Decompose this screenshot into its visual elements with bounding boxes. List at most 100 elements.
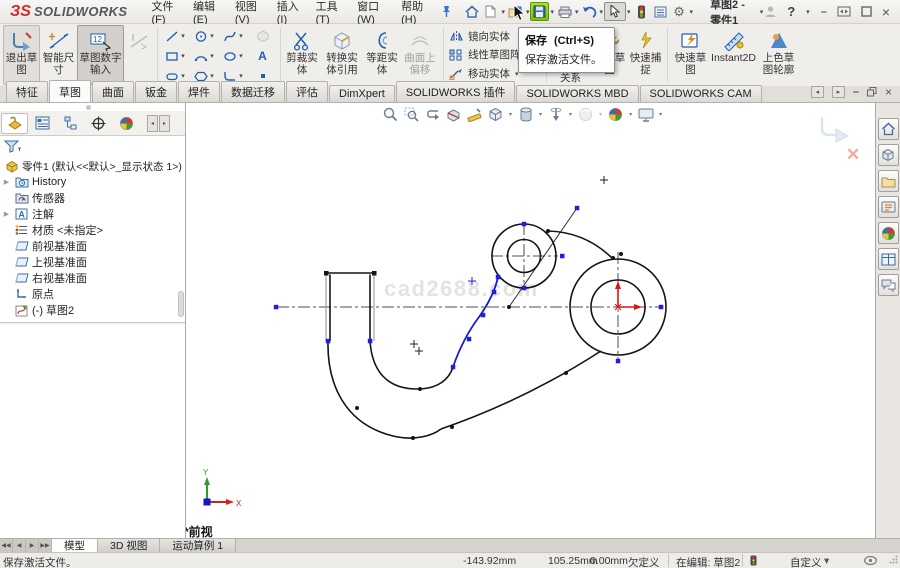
doc-close-button[interactable]: × [885, 85, 892, 99]
display-style-dropdown-icon[interactable]: ▾ [539, 111, 542, 118]
tree-item-material[interactable]: 材质 <未指定> [0, 222, 185, 238]
window-title-dropdown-icon[interactable]: ▾ [760, 8, 764, 16]
menu-view[interactable]: 视图(V) [227, 0, 269, 23]
ellipse-dropdown-icon[interactable]: ▾ [239, 52, 243, 60]
pin-menu-icon[interactable] [441, 5, 452, 18]
doc-tab-3d-views[interactable]: 3D 视图 [98, 539, 160, 552]
tree-item-sketch2[interactable]: (-) 草图2 [0, 302, 185, 318]
taskpane-appearances-button[interactable] [878, 222, 899, 244]
tab-sheet-metal[interactable]: 钣金 [135, 81, 177, 102]
tab-feature-manager[interactable] [1, 113, 28, 134]
tree-item-part-root[interactable]: 零件1 (默认<<默认>_显示状态 1>) [0, 158, 185, 174]
menu-file[interactable]: 文件(F) [144, 0, 185, 23]
tab-evaluate[interactable]: 评估 [286, 81, 328, 102]
scene-dropdown-icon[interactable]: ▾ [629, 111, 632, 118]
spline-tool[interactable]: ▾ [219, 26, 248, 46]
measure-tools-icon[interactable] [466, 106, 483, 123]
filter-icon[interactable] [4, 140, 24, 153]
tree-item-annotations[interactable]: ▶ A 注解 [0, 206, 185, 222]
minimize-button[interactable]: – [821, 6, 827, 18]
view-orientation-icon[interactable] [487, 106, 504, 123]
line-dropdown-icon[interactable]: ▾ [181, 32, 185, 40]
print-dropdown-icon[interactable]: ▾ [575, 8, 579, 16]
home-button[interactable] [462, 2, 481, 21]
undo-dropdown-icon[interactable]: ▾ [600, 8, 604, 16]
doc-restore-button[interactable] [867, 87, 877, 97]
expand-width-button[interactable] [837, 6, 851, 17]
tab-nav-last-button[interactable]: ▶▶ [39, 539, 52, 552]
exit-sketch-button[interactable]: 退出草图 [3, 25, 40, 85]
taskpane-design-library-button[interactable] [878, 170, 899, 192]
section-view-icon[interactable] [445, 106, 462, 123]
arc-dropdown-icon[interactable]: ▾ [210, 52, 214, 60]
options-list-button[interactable] [651, 2, 670, 21]
tab-features[interactable]: 特征 [6, 81, 48, 102]
fillet-dropdown-icon[interactable]: ▾ [239, 72, 243, 80]
status-tag-icon[interactable] [864, 555, 877, 566]
tab-sw-cam[interactable]: SOLIDWORKS CAM [640, 85, 762, 102]
zoom-to-area-icon[interactable] [403, 106, 420, 123]
polygon-dropdown-icon[interactable]: ▾ [210, 72, 214, 80]
units-dropdown-icon[interactable]: ▾ [824, 555, 829, 567]
doc-minimize-button[interactable]: – [853, 86, 859, 98]
trim-entities-button[interactable]: 剪裁实体 [284, 25, 320, 85]
panel-tab-scroll-left[interactable]: ◂ [147, 115, 158, 132]
tab-scroll-right-button[interactable]: ▸ [832, 86, 845, 98]
sketch-canvas[interactable]: cad2688.com [186, 103, 875, 538]
rapid-sketch-button[interactable]: 快速草图 [671, 25, 711, 85]
select-dropdown-icon[interactable]: ▾ [627, 8, 631, 16]
instant2d-button[interactable]: Instant2D [711, 25, 757, 85]
circle-dropdown-icon[interactable]: ▾ [210, 32, 214, 40]
tab-dimxpert[interactable]: DimXpert [329, 85, 395, 102]
expand-arrow-icon[interactable]: ▶ [2, 178, 11, 186]
tab-display-manager[interactable] [113, 113, 140, 134]
tab-nav-next-button[interactable]: ▶ [26, 539, 39, 552]
quick-snaps-button[interactable]: 快速捕捉 [628, 25, 664, 85]
tab-weldments[interactable]: 焊件 [178, 81, 220, 102]
menu-edit[interactable]: 编辑(E) [185, 0, 227, 23]
panel-grip[interactable] [86, 105, 91, 110]
zoom-fit-icon[interactable] [382, 106, 399, 123]
rectangle-dropdown-icon[interactable]: ▾ [181, 52, 185, 60]
previous-view-icon[interactable] [424, 106, 441, 123]
settings-dropdown-icon[interactable]: ▾ [690, 8, 694, 16]
confirmation-corner-cancel-icon[interactable]: ✕ [846, 145, 860, 165]
taskpane-resources-button[interactable] [878, 144, 899, 166]
user-account-icon[interactable] [764, 5, 777, 18]
status-rebuild-icon[interactable] [750, 555, 757, 566]
expand-arrow-icon[interactable]: ▶ [2, 210, 11, 218]
tab-sw-addins[interactable]: SOLIDWORKS 插件 [396, 81, 516, 102]
tab-nav-first-button[interactable]: ◀◀ [0, 539, 13, 552]
undo-button[interactable] [580, 2, 599, 21]
edit-appearance-icon[interactable] [577, 106, 594, 123]
tab-data-migration[interactable]: 数据迁移 [221, 81, 285, 102]
tree-item-sensors[interactable]: 传感器 [0, 190, 185, 206]
menu-insert[interactable]: 插入(I) [269, 0, 308, 23]
help-button[interactable]: ? [787, 4, 795, 19]
menu-window[interactable]: 窗口(W) [349, 0, 393, 23]
spline-dropdown-icon[interactable]: ▾ [239, 32, 243, 40]
line-tool[interactable]: ▾ [161, 26, 190, 46]
smart-dimension-button[interactable]: 智能尺寸 [40, 25, 77, 85]
tab-property-manager[interactable] [29, 113, 56, 134]
tab-sw-mbd[interactable]: SOLIDWORKS MBD [516, 85, 638, 102]
tab-nav-prev-button[interactable]: ◀ [13, 539, 26, 552]
taskpane-forum-button[interactable] [878, 274, 899, 296]
view-settings-icon[interactable] [637, 106, 654, 123]
tree-item-history[interactable]: ▶ History [0, 174, 185, 190]
print-button[interactable] [555, 2, 574, 21]
slot-dropdown-icon[interactable]: ▾ [181, 72, 185, 80]
text-tool[interactable]: A [248, 46, 277, 66]
ellipse-tool[interactable]: ▾ [219, 46, 248, 66]
doc-tab-motion-study[interactable]: 运动算例 1 [160, 539, 236, 552]
point-markers[interactable] [410, 176, 608, 355]
offset-entities-button[interactable]: 等距实体 [364, 25, 400, 85]
new-document-button[interactable] [481, 2, 500, 21]
tree-item-right-plane[interactable]: 右视基准面 [0, 270, 185, 286]
save-dropdown-icon[interactable]: ▾ [550, 8, 554, 16]
close-button[interactable]: × [882, 4, 890, 20]
tab-sketch[interactable]: 草图 [49, 80, 91, 102]
tree-item-origin[interactable]: 原点 [0, 286, 185, 302]
shaded-sketch-contours-button[interactable]: 上色草图轮廓 [757, 25, 801, 85]
maximize-button[interactable] [861, 6, 872, 17]
